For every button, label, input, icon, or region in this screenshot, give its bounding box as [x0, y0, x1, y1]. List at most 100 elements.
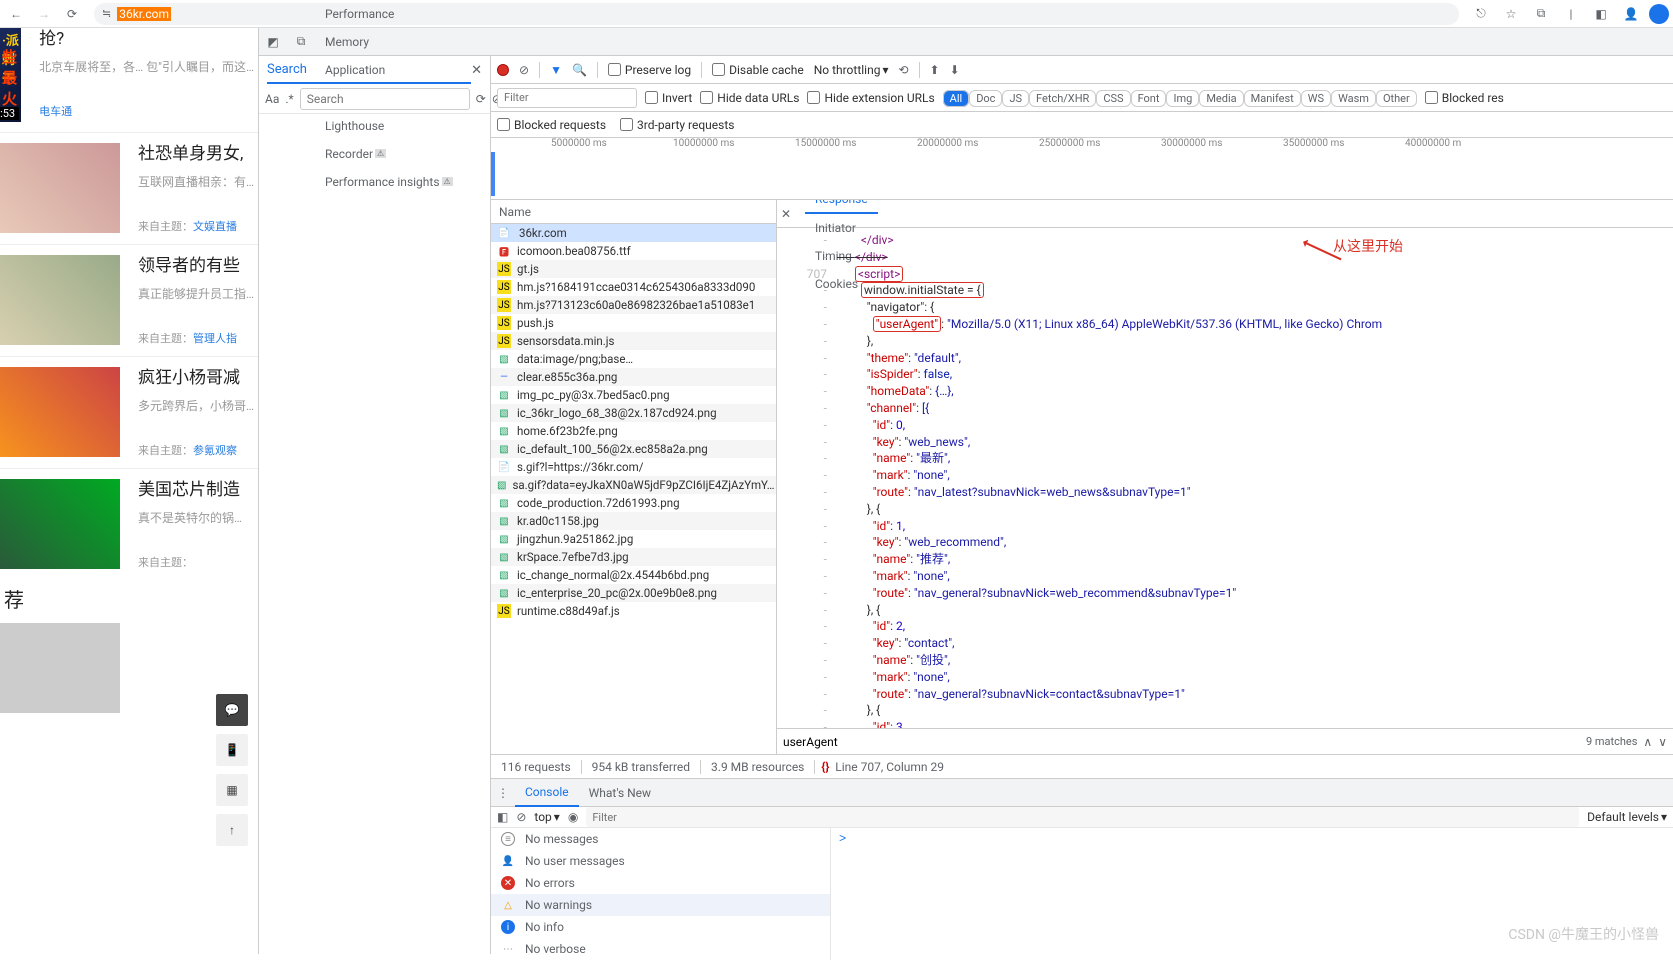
article-title[interactable]: 美国芯片制造 — [138, 479, 254, 501]
request-row[interactable]: ▧ic_36kr_logo_68_38@2x.187cd924.png — [491, 404, 776, 422]
message-filter-verb[interactable]: ⋯No verbose — [491, 938, 830, 960]
request-row[interactable]: ▧krSpace.7efbe7d3.jpg — [491, 548, 776, 566]
record-button[interactable] — [497, 64, 509, 76]
prev-match-icon[interactable]: ∧ — [1643, 735, 1652, 749]
console-tab[interactable]: Console — [515, 779, 579, 807]
name-column-header[interactable]: Name — [491, 200, 776, 224]
match-case-toggle[interactable]: Aa — [265, 92, 279, 106]
article-thumb[interactable] — [0, 479, 120, 569]
request-row[interactable]: ▧ic_change_normal@2x.4544b6bd.png — [491, 566, 776, 584]
whats-new-tab[interactable]: What's New — [579, 779, 661, 807]
reload-button[interactable]: ⟳ — [60, 2, 84, 26]
search-input[interactable] — [300, 88, 470, 110]
request-row[interactable]: JSgt.js — [491, 260, 776, 278]
article-thumb[interactable] — [0, 255, 120, 345]
article-title[interactable]: 社恐单身男女, — [138, 143, 254, 165]
next-match-icon[interactable]: ∨ — [1658, 735, 1667, 749]
context-select[interactable]: top ▾ — [534, 810, 559, 824]
request-row[interactable]: 🅵icomoon.bea08756.ttf — [491, 242, 776, 260]
response-body[interactable]: --707----------------------------- </div… — [777, 228, 1673, 728]
article-thumb[interactable] — [0, 367, 120, 457]
request-row[interactable]: ▧kr.ad0c1158.jpg — [491, 512, 776, 530]
profile-icon[interactable]: 👤 — [1619, 2, 1643, 26]
download-icon[interactable]: ⬇ — [950, 63, 960, 77]
disable-cache-checkbox[interactable]: Disable cache — [712, 63, 804, 77]
filter-pill-manifest[interactable]: Manifest — [1244, 90, 1301, 107]
console-filter-input[interactable] — [586, 807, 1579, 827]
translate-icon[interactable]: ⎋ — [1469, 2, 1493, 26]
top-button[interactable]: ↑ — [216, 814, 248, 846]
request-row[interactable]: ▧ic_default_100_56@2x.ec858a2a.png — [491, 440, 776, 458]
address-bar[interactable]: ≒ 36kr.com — [94, 3, 1459, 25]
bookmark-icon[interactable]: ☆ — [1499, 2, 1523, 26]
message-filter-msg[interactable]: ≡No messages — [491, 828, 830, 850]
refresh-icon[interactable]: ⟳ — [476, 92, 486, 106]
article-thumb[interactable] — [0, 143, 120, 233]
forward-button[interactable]: → — [32, 2, 56, 26]
request-row[interactable]: ▧jingzhun.9a251862.jpg — [491, 530, 776, 548]
message-filter-user[interactable]: 👤No user messages — [491, 850, 830, 872]
preserve-log-checkbox[interactable]: Preserve log — [608, 63, 691, 77]
article-title[interactable]: 疯狂小杨哥减 — [138, 367, 254, 389]
topic-link[interactable]: 电车通 — [39, 105, 72, 118]
topic-link[interactable]: 管理人指 — [193, 332, 237, 345]
article-title[interactable]: 领导者的有些 — [138, 255, 254, 277]
request-row[interactable]: ▧home.6f23b2fe.png — [491, 422, 776, 440]
filter-input[interactable] — [497, 88, 637, 108]
sidebar-toggle-icon[interactable]: ◧ — [497, 810, 508, 824]
chat-button[interactable]: 💬 — [216, 694, 248, 726]
request-row[interactable]: JSruntime.c88d49af.js — [491, 602, 776, 620]
filter-icon[interactable]: ▼ — [550, 63, 562, 77]
hide-data-urls-checkbox[interactable]: Hide data URLs — [700, 91, 799, 105]
back-button[interactable]: ← — [4, 2, 28, 26]
request-row[interactable]: ▧code_production.72d61993.png — [491, 494, 776, 512]
log-levels-select[interactable]: Default levels ▾ — [1587, 810, 1667, 824]
close-detail-icon[interactable]: ✕ — [781, 207, 801, 221]
filter-pill-media[interactable]: Media — [1199, 90, 1243, 107]
mobile-button[interactable]: 📱 — [216, 734, 248, 766]
blocked-response-checkbox[interactable]: Blocked res — [1425, 91, 1504, 105]
invert-checkbox[interactable]: Invert — [645, 91, 692, 105]
message-filter-err[interactable]: ✕No errors — [491, 872, 830, 894]
request-row[interactable]: —clear.e855c36a.png — [491, 368, 776, 386]
request-row[interactable]: JSsensorsdata.min.js — [491, 332, 776, 350]
devtools-tab-memory[interactable]: Memory — [315, 28, 463, 56]
play-icon[interactable]: ▶ — [30, 64, 44, 85]
regex-toggle[interactable]: .* — [285, 92, 293, 106]
hero-video-thumb[interactable]: ·派刺干 些最火 ▶ 6:53 — [0, 28, 21, 122]
filter-pill-css[interactable]: CSS — [1096, 90, 1130, 107]
request-row[interactable]: ▧ic_enterprise_20_pc@2x.00e9b0e8.png — [491, 584, 776, 602]
throttling-select[interactable]: No throttling ▾ — [814, 63, 889, 77]
extensions-icon[interactable]: ⧉ — [1529, 2, 1553, 26]
site-info-icon[interactable]: ≒ — [102, 7, 111, 20]
filter-pill-wasm[interactable]: Wasm — [1331, 90, 1376, 107]
drawer-menu-icon[interactable]: ⋮ — [491, 786, 515, 800]
topic-link[interactable]: 参氪观察 — [193, 444, 237, 457]
inspect-icon[interactable]: ◩ — [259, 35, 287, 49]
filter-pill-js[interactable]: JS — [1002, 90, 1029, 107]
request-row[interactable]: ▧data:image/png;base… — [491, 350, 776, 368]
filter-pill-doc[interactable]: Doc — [969, 90, 1002, 107]
request-row[interactable]: JShm.js?713123c60a0e86982326bae1a51083e1 — [491, 296, 776, 314]
filter-pill-img[interactable]: Img — [1166, 90, 1199, 107]
clear-button[interactable]: ⊘ — [519, 63, 529, 77]
sidepanel-icon[interactable]: ◧ — [1589, 2, 1613, 26]
request-row[interactable]: ▧img_pc_py@3x.7bed5ac0.png — [491, 386, 776, 404]
clear-console-icon[interactable]: ⊘ — [516, 810, 526, 824]
filter-pill-other[interactable]: Other — [1376, 90, 1417, 107]
response-search-input[interactable] — [783, 735, 1580, 749]
close-icon[interactable]: ✕ — [471, 63, 482, 78]
avatar[interactable] — [1649, 4, 1669, 24]
device-icon[interactable]: ⧉ — [287, 34, 315, 49]
format-icon[interactable]: {} — [815, 760, 835, 774]
third-party-checkbox[interactable]: 3rd-party requests — [620, 118, 734, 132]
request-row[interactable]: JSpush.js — [491, 314, 776, 332]
upload-icon[interactable]: ⬆ — [930, 63, 940, 77]
request-row[interactable]: ▧sa.gif?data=eyJkaXN0aW5jdF9pZCI6IjE4ZjA… — [491, 476, 776, 494]
blocked-requests-checkbox[interactable]: Blocked requests — [497, 118, 606, 132]
qr-button[interactable]: ▦ — [216, 774, 248, 806]
filter-pill-ws[interactable]: WS — [1301, 90, 1331, 107]
message-filter-info[interactable]: iNo info — [491, 916, 830, 938]
request-row[interactable]: 📄36kr.com — [491, 224, 776, 242]
hide-extension-urls-checkbox[interactable]: Hide extension URLs — [807, 91, 934, 105]
